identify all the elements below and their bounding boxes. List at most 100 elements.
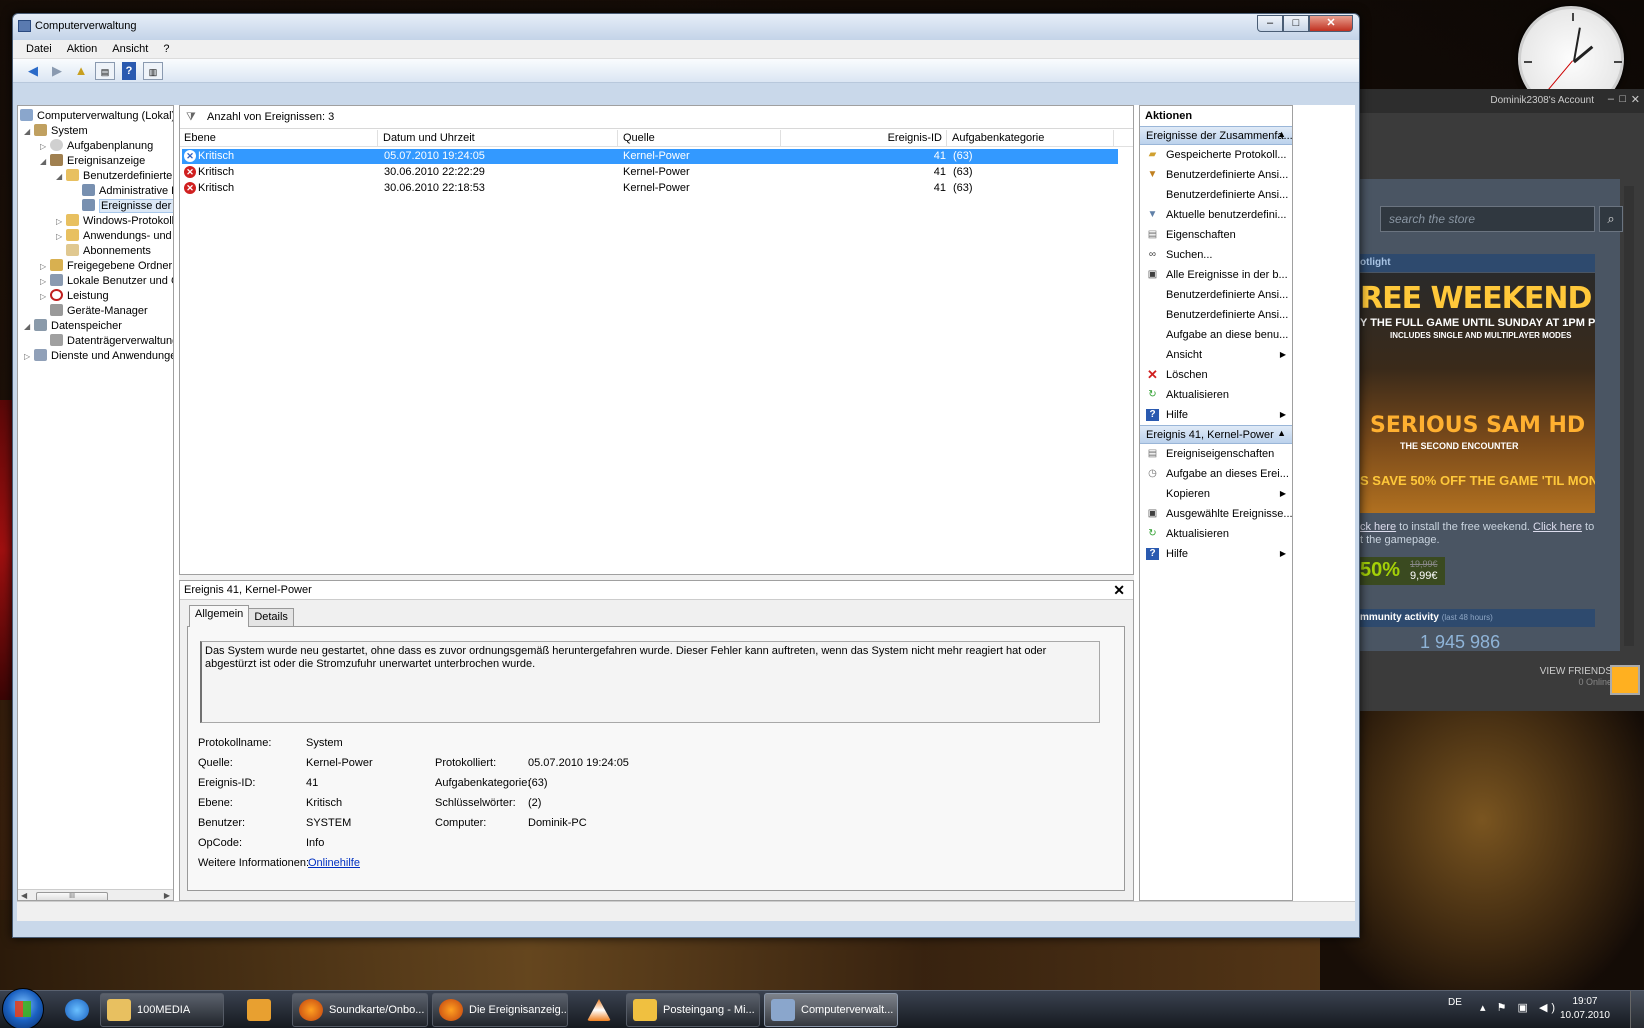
expand-icon[interactable]: ▷	[24, 349, 34, 365]
actions-section-log[interactable]: Ereignisse der Zusammenfa... ▲	[1140, 126, 1292, 145]
taskbar-item-computerverwaltung[interactable]: Computerverwalt...	[764, 993, 898, 1027]
table-row[interactable]: ✕ Kritisch 05.07.2010 19:24:05 Kernel-Po…	[182, 149, 1118, 164]
language-indicator[interactable]: DE	[1448, 997, 1462, 1008]
collapse-up-icon[interactable]: ▲	[1277, 428, 1286, 438]
tree-abonnements[interactable]: Abonnements	[56, 243, 151, 259]
menu-datei[interactable]: Datei	[26, 43, 52, 58]
tree-leistung[interactable]: ▷ Leistung	[40, 288, 109, 304]
taskbar-item-folder[interactable]: 100MEDIA	[100, 993, 224, 1027]
steam-price-box[interactable]: 50% 19,99€ 9,99€	[1360, 557, 1445, 585]
action-benutzerdef-ansicht-4[interactable]: Benutzerdefinierte Ansi...	[1140, 305, 1292, 325]
avatar[interactable]	[1610, 665, 1640, 695]
menu-help[interactable]: ?	[163, 43, 169, 58]
table-row[interactable]: ✕ Kritisch 30.06.2010 22:22:29 Kernel-Po…	[182, 165, 1118, 180]
tab-allgemein[interactable]: Allgemein	[189, 605, 250, 627]
online-help-link[interactable]: Onlinehilfe	[308, 857, 360, 869]
steam-link[interactable]: Click here	[1533, 521, 1582, 533]
clock[interactable]: 19:07 10.07.2010	[1560, 995, 1610, 1023]
minimize-button[interactable]: ‒	[1257, 15, 1283, 32]
action-kopieren[interactable]: Kopieren ▶	[1140, 484, 1292, 504]
tree-ereignisanzeige[interactable]: ◢ Ereignisanzeige	[40, 153, 145, 169]
action-suchen[interactable]: ∞ Suchen...	[1140, 245, 1292, 265]
show-hide-tree-icon[interactable]: ▤	[95, 62, 115, 80]
action-hilfe-2[interactable]: ? Hilfe ▶	[1140, 544, 1292, 564]
view-friends[interactable]: VIEW FRIENDS 0 Online	[1480, 666, 1612, 687]
action-benutzerdef-ansicht-1[interactable]: ▼ Benutzerdefinierte Ansi...	[1140, 165, 1292, 185]
forward-arrow-icon[interactable]: ▶	[47, 62, 67, 80]
action-aufgabe-erei[interactable]: ◷ Aufgabe an dieses Erei...	[1140, 464, 1292, 484]
back-arrow-icon[interactable]: ◀	[23, 62, 43, 80]
tree-datentraeger[interactable]: Datenträgerverwaltung	[40, 333, 173, 349]
tree-ereignisse-der[interactable]: Ereignisse der Zu	[72, 198, 173, 214]
action-hilfe[interactable]: ? Hilfe ▶	[1140, 405, 1292, 425]
action-benutzerdef-ansicht-3[interactable]: Benutzerdefinierte Ansi...	[1140, 285, 1292, 305]
action-gespeicherte-protokoll[interactable]: ▰ Gespeicherte Protokoll...	[1140, 145, 1292, 165]
show-desktop-button[interactable]	[1630, 991, 1644, 1028]
action-ansicht[interactable]: Ansicht ▶	[1140, 345, 1292, 365]
action-loeschen[interactable]: ✕ Löschen	[1140, 365, 1292, 385]
collapse-icon[interactable]: ◢	[56, 169, 66, 185]
media-player-icon[interactable]	[238, 993, 278, 1027]
collapse-icon[interactable]: ◢	[24, 124, 34, 140]
tree-freigegebene[interactable]: ▷ Freigegebene Ordner	[40, 258, 172, 274]
steam-spotlight-banner[interactable]: REE WEEKEND! Y THE FULL GAME UNTIL SUNDA…	[1360, 273, 1595, 513]
event-message[interactable]: Das System wurde neu gestartet, ohne das…	[200, 641, 1100, 723]
tree-anwendungs[interactable]: ▷ Anwendungs- und D	[56, 228, 173, 244]
tree-datenspeicher[interactable]: ◢ Datenspeicher	[24, 318, 122, 334]
tree-system[interactable]: ◢ System	[24, 123, 88, 139]
collapse-icon[interactable]: ◢	[24, 319, 34, 335]
tree-windows-protokolle[interactable]: ▷ Windows-Protokolle	[56, 213, 173, 229]
column-datum[interactable]: Datum und Uhrzeit	[379, 130, 618, 147]
close-button[interactable]: ✕	[1309, 15, 1353, 32]
collapse-up-icon[interactable]: ▲	[1277, 129, 1286, 139]
show-hide-action-pane-icon[interactable]: ▥	[143, 62, 163, 80]
steam-minimize-button[interactable]: –	[1608, 93, 1614, 105]
steam-link[interactable]: ck here	[1360, 521, 1396, 533]
tree-lokale-benutzer[interactable]: ▷ Lokale Benutzer und Gr	[40, 273, 173, 289]
action-aktualisieren-2[interactable]: ↻ Aktualisieren	[1140, 524, 1292, 544]
up-folder-icon[interactable]: ▲	[71, 62, 91, 80]
taskbar-item-firefox-2[interactable]: Die Ereignisanzeig...	[432, 993, 568, 1027]
start-button[interactable]	[2, 988, 44, 1028]
maximize-button[interactable]: □	[1283, 15, 1309, 32]
scroll-left-icon[interactable]: ◀	[21, 891, 27, 900]
scroll-thumb[interactable]: III	[36, 892, 108, 900]
action-benutzerdef-ansicht-2[interactable]: Benutzerdefinierte Ansi...	[1140, 185, 1292, 205]
tree-benutzerdefinierte[interactable]: ◢ Benutzerdefinierte A	[56, 168, 173, 185]
column-quelle[interactable]: Quelle	[619, 130, 781, 147]
steam-scrollbar[interactable]	[1624, 186, 1634, 646]
vlc-icon[interactable]	[578, 993, 618, 1027]
action-aktuelle-benutzerdef[interactable]: ▼ Aktuelle benutzerdefini...	[1140, 205, 1292, 225]
action-alle-ereignisse[interactable]: ▣ Alle Ereignisse in der b...	[1140, 265, 1292, 285]
table-row[interactable]: ✕ Kritisch 30.06.2010 22:18:53 Kernel-Po…	[182, 181, 1118, 196]
steam-close-button[interactable]: ✕	[1631, 93, 1640, 106]
action-ausgewaehlte-ereignisse[interactable]: ▣ Ausgewählte Ereignisse...	[1140, 504, 1292, 524]
search-icon[interactable]: ⌕	[1599, 206, 1623, 232]
steam-account[interactable]: Dominik2308's Account	[1360, 89, 1644, 113]
tab-details[interactable]: Details	[248, 608, 294, 627]
taskbar-item-outlook[interactable]: Posteingang - Mi...	[626, 993, 760, 1027]
column-aufgabenkategorie[interactable]: Aufgabenkategorie	[948, 130, 1114, 147]
tree-horizontal-scrollbar[interactable]: ◀ III ▶	[18, 889, 173, 900]
tree-root[interactable]: Computerverwaltung (Lokal)	[20, 108, 173, 124]
tree-aufgabenplanung[interactable]: ▷ Aufgabenplanung	[40, 138, 153, 154]
steam-search-input[interactable]: search the store	[1380, 206, 1595, 232]
close-icon[interactable]: ✕	[1113, 582, 1125, 599]
action-aktualisieren[interactable]: ↻ Aktualisieren	[1140, 385, 1292, 405]
steam-maximize-button[interactable]: □	[1619, 93, 1626, 105]
menu-aktion[interactable]: Aktion	[67, 43, 98, 58]
actions-section-event[interactable]: Ereignis 41, Kernel-Power ▲	[1140, 425, 1292, 444]
help-icon[interactable]: ?	[122, 62, 136, 80]
action-eigenschaften[interactable]: ▤ Eigenschaften	[1140, 225, 1292, 245]
taskbar-item-firefox-1[interactable]: Soundkarte/Onbo...	[292, 993, 428, 1027]
tree-dienste[interactable]: ▷ Dienste und Anwendungen	[24, 348, 173, 365]
scroll-right-icon[interactable]: ▶	[164, 891, 170, 900]
tray-icons[interactable]: ▴ ⚑ ▣ ◀)	[1480, 1001, 1559, 1014]
tree-geraete[interactable]: Geräte-Manager	[40, 303, 148, 319]
action-ereigniseigenschaften[interactable]: ▤ Ereigniseigenschaften	[1140, 444, 1292, 464]
column-ereignis-id[interactable]: Ereignis-ID	[782, 130, 947, 147]
collapse-icon[interactable]: ◢	[40, 154, 50, 170]
menu-ansicht[interactable]: Ansicht	[112, 43, 148, 58]
tree-administrative[interactable]: Administrative E	[72, 183, 173, 199]
internet-explorer-icon[interactable]	[56, 993, 96, 1027]
